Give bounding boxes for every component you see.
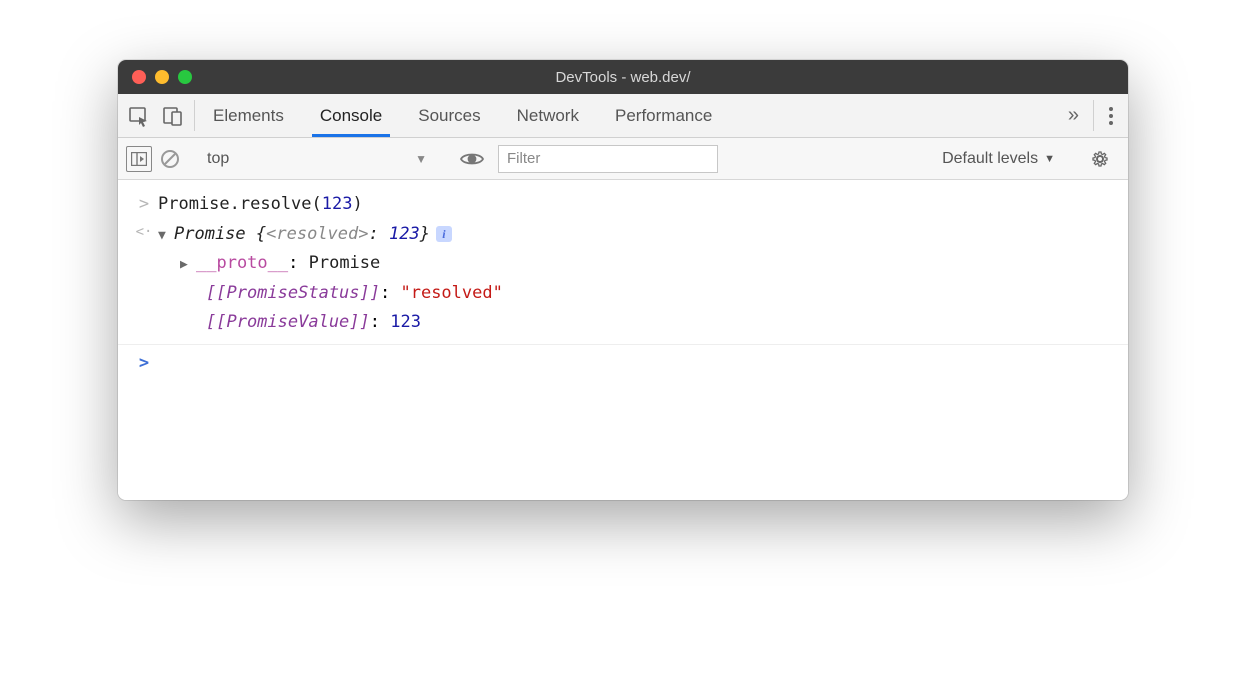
main-toolbar: Elements Console Sources Network Perform…: [118, 94, 1128, 138]
device-toggle-icon[interactable]: [162, 105, 184, 127]
close-window-button[interactable]: [132, 70, 146, 84]
live-expression-button[interactable]: [454, 151, 490, 167]
proto-value: Promise: [309, 253, 381, 273]
toggle-sidebar-button[interactable]: [126, 146, 152, 172]
zoom-window-button[interactable]: [178, 70, 192, 84]
console-result-row[interactable]: <· ▼Promise {<resolved>: 123}i: [118, 220, 1128, 250]
console-prompt-row[interactable]: >: [118, 344, 1128, 379]
titlebar: DevTools - web.dev/: [118, 60, 1128, 94]
status-key: [[PromiseStatus]]: [206, 283, 380, 303]
expand-toggle-icon[interactable]: ▼: [158, 226, 170, 246]
console-output: > Promise.resolve(123) <· ▼Promise {<res…: [118, 180, 1128, 500]
tab-elements[interactable]: Elements: [195, 94, 302, 137]
console-prop-value[interactable]: [[PromiseValue]]: 123: [118, 308, 1128, 338]
input-code: Promise.resolve(123): [158, 192, 1116, 218]
tab-console[interactable]: Console: [302, 94, 400, 137]
log-levels-select[interactable]: Default levels ▼: [934, 150, 1063, 168]
filter-input[interactable]: [498, 145, 718, 173]
chevron-down-icon: ▼: [1044, 153, 1055, 165]
console-prop-proto[interactable]: ▶__proto__: Promise: [118, 249, 1128, 279]
clear-console-button[interactable]: [160, 149, 180, 169]
output-marker-icon: <·: [130, 222, 158, 248]
status-value: "resolved": [400, 283, 502, 303]
info-icon[interactable]: i: [436, 226, 452, 242]
input-marker-icon: >: [130, 192, 158, 218]
proto-key: __proto__: [196, 253, 288, 273]
element-picker-icon[interactable]: [128, 105, 150, 127]
prompt-marker-icon: >: [130, 351, 158, 377]
expand-toggle-icon[interactable]: ▶: [180, 255, 192, 275]
tab-performance[interactable]: Performance: [597, 94, 730, 137]
panel-tabs: Elements Console Sources Network Perform…: [195, 94, 1054, 137]
console-input-row[interactable]: > Promise.resolve(123): [118, 190, 1128, 220]
window-title: DevTools - web.dev/: [118, 69, 1128, 86]
value-key: [[PromiseValue]]: [206, 312, 370, 332]
chevron-down-icon: ▼: [415, 152, 427, 166]
console-prop-status[interactable]: [[PromiseStatus]]: "resolved": [118, 279, 1128, 309]
prompt-input[interactable]: [158, 351, 1116, 377]
tab-network[interactable]: Network: [499, 94, 597, 137]
console-toolbar: top ▼ Default levels ▼: [118, 138, 1128, 180]
more-tabs-button[interactable]: »: [1054, 94, 1093, 137]
result-summary: ▼Promise {<resolved>: 123}i: [158, 222, 1116, 248]
settings-menu-button[interactable]: [1094, 94, 1128, 137]
levels-label: Default levels: [942, 150, 1038, 168]
tab-sources[interactable]: Sources: [400, 94, 498, 137]
console-settings-button[interactable]: [1080, 149, 1120, 169]
execution-context-select[interactable]: top ▼: [197, 146, 437, 172]
value-value: 123: [390, 312, 421, 332]
minimize-window-button[interactable]: [155, 70, 169, 84]
context-label: top: [207, 150, 229, 168]
traffic-lights: [132, 70, 192, 84]
devtools-window: DevTools - web.dev/ Elements Console Sou…: [118, 60, 1128, 500]
